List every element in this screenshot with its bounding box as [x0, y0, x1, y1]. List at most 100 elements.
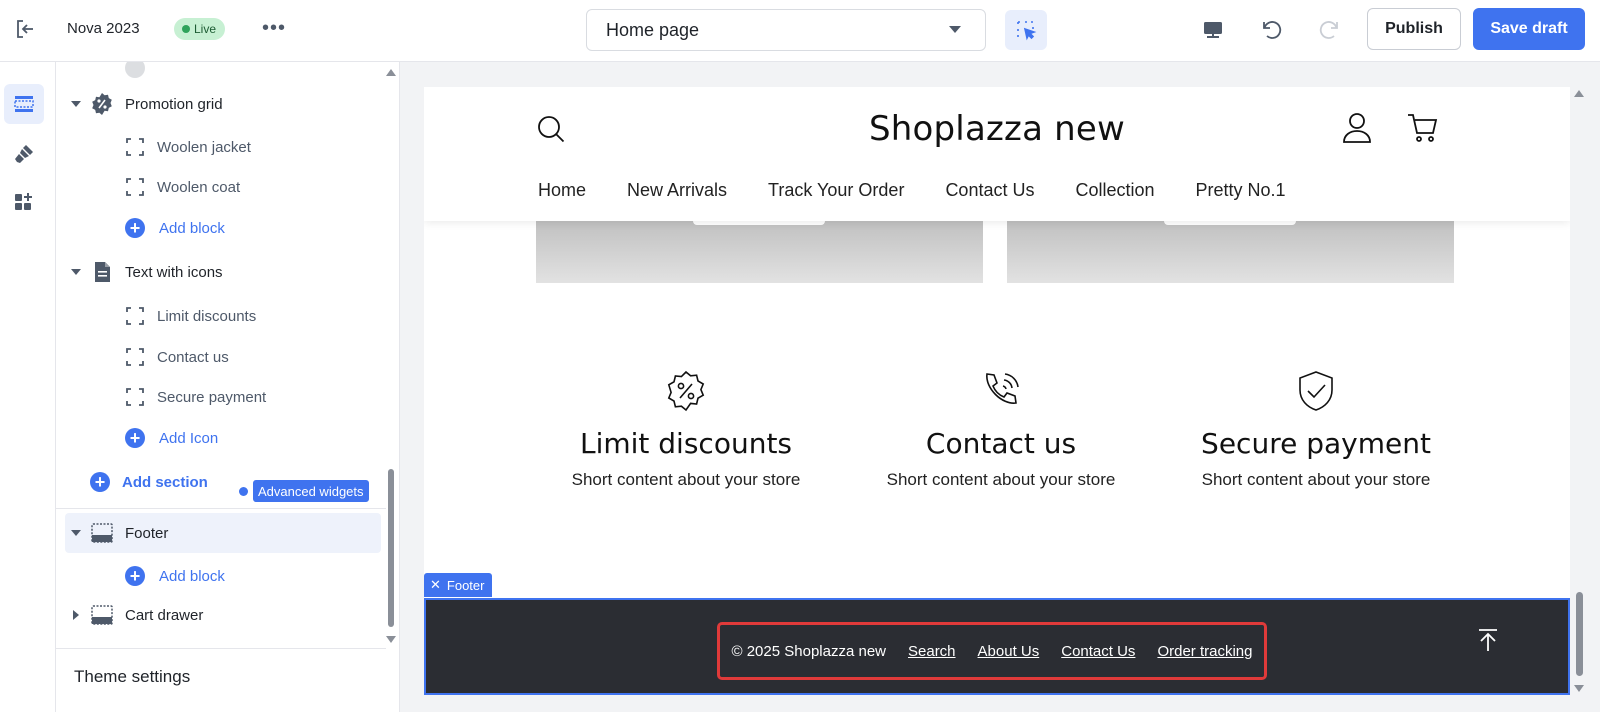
- desktop-icon[interactable]: [1198, 15, 1228, 45]
- feature-title: Contact us: [925, 427, 1077, 460]
- advanced-widgets-badge[interactable]: Advanced widgets: [253, 480, 369, 502]
- more-icon[interactable]: •••: [262, 15, 286, 41]
- caret-down-icon[interactable]: [71, 269, 81, 275]
- scroll-down-icon[interactable]: [386, 636, 396, 643]
- inspect-select-button[interactable]: [1005, 10, 1047, 50]
- document-icon: [95, 262, 110, 282]
- footer-link-about-us[interactable]: About Us: [978, 643, 1040, 660]
- rail-sections-button[interactable]: [4, 84, 44, 124]
- nav-track-order[interactable]: Track Your Order: [768, 180, 904, 201]
- left-rail: [0, 62, 56, 712]
- feature-contact-us[interactable]: Contact us Short content about your stor…: [851, 369, 1151, 490]
- scroll-down-icon[interactable]: [1574, 685, 1584, 692]
- page-select-value: Home page: [606, 19, 700, 40]
- divider: [56, 648, 386, 649]
- nav-collection[interactable]: Collection: [1075, 180, 1154, 201]
- block-frame-icon: [126, 388, 144, 406]
- store-footer[interactable]: © 2025 Shoplazza new Search About Us Con…: [424, 598, 1570, 695]
- live-label: Live: [194, 22, 217, 36]
- scroll-thumb[interactable]: [388, 469, 394, 627]
- caret-down-icon[interactable]: [71, 101, 81, 107]
- discount-section-icon: [92, 93, 112, 115]
- section-label: Footer: [125, 524, 169, 542]
- feature-title: Limit discounts: [579, 427, 793, 460]
- plus-icon: [125, 62, 145, 78]
- nav-new-arrivals[interactable]: New Arrivals: [627, 180, 727, 201]
- block-frame-icon: [126, 178, 144, 196]
- undo-icon[interactable]: [1257, 15, 1287, 45]
- plus-icon: +: [125, 566, 145, 586]
- advanced-dot: [239, 487, 248, 496]
- nav-home[interactable]: Home: [538, 180, 586, 201]
- feature-text: Short content about your store: [886, 470, 1116, 489]
- save-draft-button[interactable]: Save draft: [1473, 8, 1585, 50]
- panel-scrollbar[interactable]: [386, 62, 396, 643]
- block-label: Secure payment: [157, 388, 267, 406]
- preview-canvas: Shoplazza new Home New Arrivals Track Yo…: [400, 62, 1600, 712]
- footer-links: © 2025 Shoplazza new Search About Us Con…: [717, 622, 1267, 680]
- live-badge: Live: [174, 18, 226, 40]
- rail-apps-button[interactable]: [4, 182, 44, 222]
- section-promotion-grid[interactable]: Promotion grid: [56, 84, 386, 124]
- footer-section-tag[interactable]: ✕ Footer: [424, 573, 493, 597]
- promo-image-left[interactable]: [536, 215, 983, 283]
- footer-link-search[interactable]: Search: [908, 643, 956, 660]
- shield-check-icon: [1294, 369, 1338, 413]
- caret-right-icon[interactable]: [73, 610, 79, 620]
- cart-icon[interactable]: [1407, 113, 1439, 148]
- theme-settings[interactable]: Theme settings: [74, 667, 190, 687]
- sections-icon: [14, 96, 34, 112]
- nav-contact-us[interactable]: Contact Us: [945, 180, 1034, 201]
- feature-limit-discounts[interactable]: Limit discounts Short content about your…: [536, 369, 836, 490]
- close-icon[interactable]: ✕: [430, 577, 441, 593]
- block-frame-icon: [126, 348, 144, 366]
- promo-image-right[interactable]: [1007, 215, 1454, 283]
- store-preview: Shoplazza new Home New Arrivals Track Yo…: [424, 87, 1570, 695]
- block-label: Limit discounts: [157, 307, 257, 325]
- plus-icon: +: [125, 218, 145, 238]
- drawer-section-icon: [91, 605, 113, 625]
- add-icon-row[interactable]: + Add Icon: [56, 418, 386, 458]
- add-block-footer[interactable]: + Add block: [56, 556, 386, 596]
- footer-tag-label: Footer: [446, 577, 485, 593]
- block-woolen-jacket[interactable]: Woolen jacket: [56, 127, 386, 167]
- scroll-up-icon[interactable]: [386, 69, 396, 76]
- back-to-top-icon[interactable]: [1474, 626, 1502, 654]
- rail-theme-style-button[interactable]: [4, 134, 44, 174]
- section-label: Cart drawer: [125, 606, 204, 624]
- footer-section-icon: [91, 523, 113, 543]
- add-section-label: Add section: [122, 473, 208, 491]
- section-cart-drawer[interactable]: Cart drawer: [56, 595, 386, 635]
- block-woolen-coat[interactable]: Woolen coat: [56, 167, 386, 207]
- block-label: Contact us: [157, 348, 229, 366]
- block-contact-us[interactable]: Contact us: [56, 337, 386, 377]
- publish-button[interactable]: Publish: [1367, 8, 1461, 50]
- paint-brush-icon: [15, 145, 33, 163]
- account-icon[interactable]: [1342, 112, 1372, 149]
- section-text-with-icons[interactable]: Text with icons: [56, 252, 386, 292]
- scroll-thumb[interactable]: [1576, 592, 1583, 676]
- block-limit-discounts[interactable]: Limit discounts: [56, 296, 386, 336]
- footer-link-contact-us[interactable]: Contact Us: [1061, 643, 1135, 660]
- nav-pretty-no1[interactable]: Pretty No.1: [1196, 180, 1286, 201]
- discount-badge-icon: [664, 369, 708, 413]
- phone-call-icon: [979, 369, 1023, 413]
- preview-scrollbar[interactable]: [1573, 87, 1585, 695]
- footer-link-order-tracking[interactable]: Order tracking: [1157, 643, 1252, 660]
- section-label: Promotion grid: [125, 95, 223, 113]
- add-block-promotion[interactable]: + Add block: [56, 208, 386, 248]
- block-label: Woolen coat: [157, 178, 241, 196]
- section-footer[interactable]: Footer: [65, 513, 381, 553]
- caret-down-icon[interactable]: [71, 530, 81, 536]
- store-header: Shoplazza new Home New Arrivals Track Yo…: [424, 87, 1570, 221]
- store-title[interactable]: Shoplazza new: [424, 109, 1570, 149]
- redo-icon[interactable]: [1314, 15, 1344, 45]
- block-secure-payment[interactable]: Secure payment: [56, 377, 386, 417]
- page-select[interactable]: Home page: [586, 9, 986, 51]
- feature-secure-payment[interactable]: Secure payment Short content about your …: [1166, 369, 1466, 490]
- feature-title: Secure payment: [1201, 427, 1431, 460]
- scroll-up-icon[interactable]: [1574, 90, 1584, 97]
- add-block-label: Add block: [159, 219, 225, 237]
- exit-icon[interactable]: [13, 17, 37, 41]
- plus-icon: +: [90, 472, 110, 492]
